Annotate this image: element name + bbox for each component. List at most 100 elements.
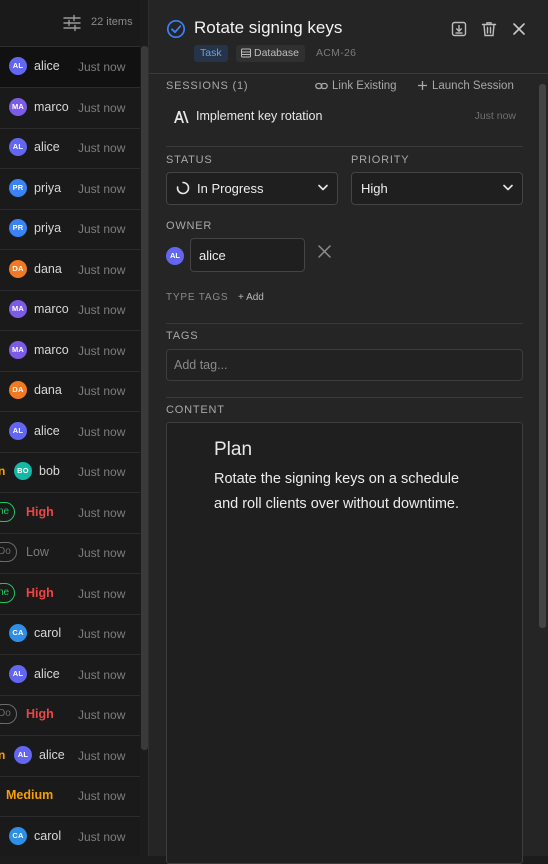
updated-time: Just now [78,748,126,763]
list-row[interactable]: AL alice Just now [0,412,140,453]
archive-icon[interactable] [450,20,468,38]
priority-text: Low [26,545,49,559]
status-label: STATUS [166,154,213,166]
list-row[interactable]: CA carol Just now [0,817,140,857]
plus-icon [418,81,427,90]
database-label: Database [254,47,299,59]
list-header: 22 items [0,0,140,47]
list-row[interactable]: AL alice Just now [0,47,140,88]
updated-time: Just now [78,262,126,277]
assignee-name: priya [34,221,62,235]
divider [166,323,523,324]
close-icon[interactable] [510,20,528,38]
assignee-name: carol [34,626,62,640]
list-row[interactable]: ne High Just now [0,493,140,534]
list-row[interactable]: ne High Just now [0,574,140,615]
detail-panel: Rotate signing keys Task Database ACM-26… [149,0,548,864]
list-row[interactable]: MA marco Just now [0,88,140,129]
updated-time: Just now [78,141,126,155]
priority-text: Medium [6,788,54,802]
list-row[interactable]: PR priya Just now [0,209,140,250]
list-row[interactable]: PR priya Just now [0,169,140,210]
avatar: AL [9,664,27,683]
priority-select[interactable]: High [351,172,523,205]
task-title[interactable]: Rotate signing keys [194,18,342,38]
tags-label: TAGS [166,330,199,342]
task-check-icon [166,19,186,39]
list-scrollbar[interactable] [141,46,148,750]
content-editor[interactable]: Plan Rotate the signing keys on a schedu… [166,422,523,864]
list-row[interactable]: Do Low Just now [0,533,140,574]
status-select[interactable]: In Progress [166,172,338,205]
updated-time: Just now [78,586,126,601]
avatar: PR [9,178,27,197]
avatar: DA [9,259,27,278]
avatar: PR [9,219,27,237]
priority-text: High [26,707,54,721]
updated-time: Just now [78,627,126,641]
updated-time: Just now [78,303,126,317]
priority-value: High [361,181,388,196]
tag-input[interactable]: Add tag... [166,349,523,381]
list-row[interactable]: AL alice Just now [0,655,140,696]
list-row[interactable]: Do High Just now [0,695,140,736]
updated-time: Just now [78,546,126,560]
status-pill: Do [0,542,17,562]
list-row[interactable]: CA carol Just now [0,614,140,655]
chevron-down-icon [318,184,328,191]
owner-field[interactable]: alice [190,238,305,272]
avatar: AL [9,421,27,440]
avatar: MA [9,97,27,116]
priority-label: PRIORITY [351,154,410,166]
list-row[interactable]: AL alice Just now [0,128,140,169]
status-pill: ne [0,501,16,522]
database-badge[interactable]: Database [236,45,305,62]
assignee-name: bob [39,464,60,478]
priority-text: High [26,585,54,600]
launch-session-button[interactable]: Launch Session [417,80,514,92]
link-existing-button[interactable]: Link Existing [315,80,397,92]
updated-time: Just now [78,181,126,196]
chevron-down-icon [503,184,513,191]
list-row[interactable]: DA dana Just now [0,250,140,291]
tag-input-placeholder: Add tag... [174,358,228,372]
add-type-tag-button[interactable]: + Add [238,292,264,303]
trash-icon[interactable] [480,20,498,38]
updated-time: Just now [78,222,126,236]
session-item[interactable]: Implement key rotation Just now [166,104,523,130]
link-icon [315,82,328,90]
priority-text: High [26,504,54,519]
list-row[interactable]: n AL alice Just now [0,736,140,777]
detail-header: Rotate signing keys Task Database ACM-26 [149,0,548,74]
assignee-name: priya [34,180,62,195]
list-row[interactable]: DA dana Just now [0,371,140,412]
ticket-id: ACM-26 [316,47,357,59]
panel-scrollbar[interactable] [539,84,546,628]
divider [166,397,523,398]
list-row[interactable]: MA marco Just now [0,331,140,372]
type-tags-label: TYPE TAGS [166,292,229,303]
clipped-priority-text: n [0,747,6,762]
avatar: AL [14,745,32,764]
owner-avatar: AL [166,247,184,265]
list-row[interactable]: MA marco Just now [0,290,140,331]
status-value: In Progress [197,181,264,196]
launch-session-label: Launch Session [432,80,514,92]
avatar: AL [9,57,27,75]
avatar: MA [9,340,27,359]
sessions-label: SESSIONS (1) [166,80,249,92]
assignee-name: dana [34,261,62,276]
updated-time: Just now [78,789,126,803]
updated-time: Just now [78,708,126,722]
list-row[interactable]: Medium Just now [0,776,140,817]
clear-owner-icon[interactable] [317,244,332,259]
status-pill: ne [0,582,16,603]
assignee-name: marco [34,99,69,114]
assignee-name: alice [34,140,60,154]
updated-time: Just now [78,100,126,115]
list-row[interactable]: n BO bob Just now [0,452,140,493]
clipped-priority-text: n [0,464,6,478]
assignee-name: marco [34,342,69,357]
filter-sliders-icon[interactable] [62,13,82,33]
type-badge[interactable]: Task [194,45,228,62]
